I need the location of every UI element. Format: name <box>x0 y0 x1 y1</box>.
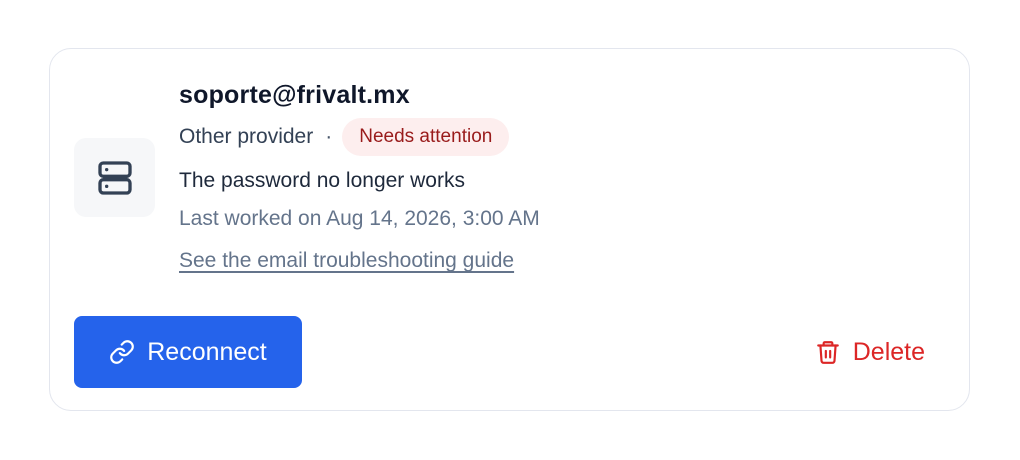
troubleshooting-guide-link[interactable]: See the email troubleshooting guide <box>179 249 514 273</box>
trash-icon <box>815 339 841 365</box>
status-badge: Needs attention <box>342 118 510 156</box>
account-meta-row: Other provider · Needs attention <box>179 118 510 156</box>
server-icon <box>95 158 135 198</box>
provider-icon-tile <box>74 138 155 217</box>
link-icon <box>109 339 135 365</box>
account-email: soporte@frivalt.mx <box>179 81 410 109</box>
problem-description: The password no longer works <box>179 169 465 192</box>
meta-separator: · <box>325 125 333 148</box>
reconnect-button[interactable]: Reconnect <box>74 316 302 388</box>
delete-button[interactable]: Delete <box>815 329 925 375</box>
last-worked-timestamp: Last worked on Aug 14, 2026, 3:00 AM <box>179 207 540 230</box>
email-account-card: soporte@frivalt.mx Other provider · Need… <box>49 48 970 411</box>
reconnect-label: Reconnect <box>147 337 267 366</box>
provider-label: Other provider <box>179 125 314 148</box>
delete-label: Delete <box>852 337 925 366</box>
